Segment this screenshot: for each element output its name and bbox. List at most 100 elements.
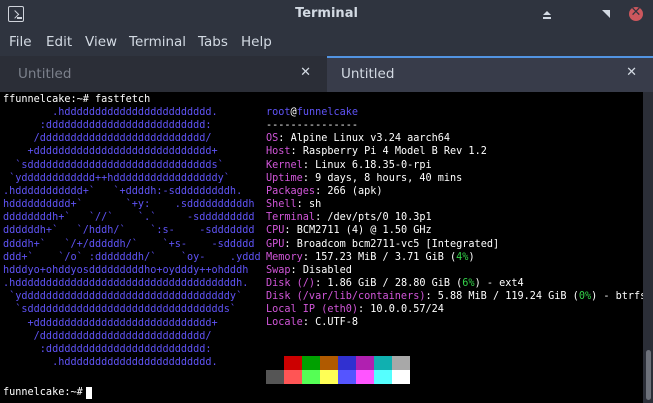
command-line: ffunnelcake:~# fastfetch xyxy=(3,94,151,105)
info-tail: ) - ext4 xyxy=(474,277,524,289)
palette-swatch xyxy=(284,356,302,370)
info-key: Locale xyxy=(266,317,303,329)
info-key: Uptime xyxy=(266,172,303,184)
palette-swatch xyxy=(356,356,374,370)
info-key: Disk (/) xyxy=(266,277,316,289)
logo-line: +ddddddddddddddddddddddddddddd+ xyxy=(3,317,218,329)
info-percent: 4% xyxy=(456,251,469,263)
logo-line: .hddddddddddd+` `+ddddh:-sdddddddddh. xyxy=(3,185,243,197)
maximize-icon[interactable] xyxy=(599,7,613,21)
minimize-icon[interactable] xyxy=(540,7,554,21)
color-palette xyxy=(266,356,410,384)
menu-file[interactable]: File xyxy=(9,34,32,50)
window-title: Terminal xyxy=(295,6,358,21)
menu-view[interactable]: View xyxy=(85,34,117,50)
logo-line: hdddddddddd+` `+y: .sddddddddddh xyxy=(3,199,255,211)
menu-edit[interactable]: Edit xyxy=(46,34,72,50)
palette-swatch xyxy=(374,356,392,370)
logo-line: .hdddddddddddddddddddddddd. xyxy=(3,356,218,368)
info-row: Locale: C.UTF-8 xyxy=(266,317,359,329)
info-tail: ) - btrfs xyxy=(591,291,647,303)
user-host-line: root@funnelcake xyxy=(266,106,358,119)
info-row: Shell: sh xyxy=(266,199,322,211)
info-key: OS xyxy=(266,133,279,145)
info-value: 9 days, 8 hours, 40 mins xyxy=(315,172,463,184)
logo-line: :dddddddddddddddddddddddddd: xyxy=(3,343,212,355)
text-cursor xyxy=(86,387,92,399)
tab-untitled-2[interactable]: Untitled ✕ xyxy=(327,56,653,92)
info-row: Disk (/): 1.86 GiB / 28.80 GiB (6%) - ex… xyxy=(266,277,524,289)
info-value: Alpine Linux v3.24 aarch64 xyxy=(290,133,451,145)
terminal-output[interactable]: ffunnelcake:~# fastfetch .hddddddddddddd… xyxy=(0,92,653,403)
tab-label: Untitled xyxy=(341,66,395,82)
logo-line: +ddddddddddddddddddddddddddddd+ xyxy=(3,146,218,158)
info-value: 1.86 GiB / 28.80 GiB ( xyxy=(327,277,463,289)
info-tail: ) xyxy=(468,251,475,263)
logo-line: hdddyo+ohddyosdddddddddho+oydddy++ohdddh xyxy=(3,264,249,276)
logo-line: :dddddddddddddddddddddddddd: xyxy=(3,120,212,132)
palette-swatch xyxy=(302,356,320,370)
menu-help[interactable]: Help xyxy=(241,34,272,50)
info-key: Host xyxy=(266,146,291,158)
palette-swatch xyxy=(392,356,410,370)
info-value: Broadcom bcm2711-vc5 [Integrated] xyxy=(296,238,500,250)
info-key: Packages xyxy=(266,185,316,197)
logo-line: /ddddddddddddddddddddddddddd/ xyxy=(3,133,212,145)
info-row: Disk (/var/lib/containers): 5.88 MiB / 1… xyxy=(266,291,647,303)
palette-swatch xyxy=(320,356,338,370)
info-separator: --------------- xyxy=(266,120,359,131)
info-value: /dev/pts/0 10.3p1 xyxy=(327,212,432,224)
info-row: Packages: 266 (apk) xyxy=(266,185,383,197)
palette-swatch xyxy=(266,370,284,384)
logo-line: `sdddddddddddddddddddddddddddddddds` xyxy=(3,304,237,316)
logo-line: .hddddddddddddddddddddddddddddddddddddh. xyxy=(3,278,249,290)
close-window-icon[interactable]: ✕ xyxy=(629,5,643,21)
info-row: Local IP (eth0): 10.0.0.57/24 xyxy=(266,304,444,316)
tab-close-icon[interactable]: ✕ xyxy=(300,65,311,80)
logo-line: /ddddddddddddddddddddddddddd/ xyxy=(3,330,212,342)
scrollbar[interactable] xyxy=(643,92,653,403)
menu-terminal[interactable]: Terminal xyxy=(129,34,186,50)
info-row: Kernel: Linux 6.18.35-0-rpi xyxy=(266,159,432,171)
logo-line: `ydddddddddddd++hdddddddddddddddddy` xyxy=(3,172,230,184)
prompt-line: funnelcake:~# xyxy=(3,386,83,399)
info-row: Host: Raspberry Pi 4 Model B Rev 1.2 xyxy=(266,146,487,158)
info-row: Memory: 157.23 MiB / 3.71 GiB (4%) xyxy=(266,251,475,263)
info-row: Uptime: 9 days, 8 hours, 40 mins xyxy=(266,172,463,184)
info-value: 266 (apk) xyxy=(327,185,383,197)
info-value: sh xyxy=(308,199,322,211)
alpine-ascii-logo: .hdddddddddddddddddddddddd. :ddddddddddd… xyxy=(3,106,261,369)
palette-swatch xyxy=(338,370,356,384)
palette-swatch xyxy=(284,370,302,384)
logo-line: ddddh+` `/+/dddddh/` `+s- -sddddd xyxy=(3,238,255,250)
palette-swatch xyxy=(320,370,338,384)
title-bar: Terminal ✕ xyxy=(0,0,653,30)
logo-line: ddddddddh+` `//` `.` -sddddddddd xyxy=(3,212,255,224)
prompt: funnelcake:~# xyxy=(3,387,83,398)
tab-bar: Untitled ✕ Untitled ✕ xyxy=(0,56,653,92)
info-value: 157.23 MiB / 3.71 GiB ( xyxy=(315,251,457,263)
tab-label: Untitled xyxy=(18,66,72,82)
scroll-thumb[interactable] xyxy=(646,350,651,400)
info-row: CPU: BCM2711 (4) @ 1.50 GHz xyxy=(266,225,432,237)
info-key: GPU xyxy=(266,238,285,250)
palette-swatch xyxy=(338,356,356,370)
info-user: root xyxy=(266,107,291,118)
info-row: GPU: Broadcom bcm2711-vc5 [Integrated] xyxy=(266,238,500,250)
logo-line: `sdddddddddddddddddddddddddddddds` xyxy=(3,159,224,171)
logo-line: `yddddddddddddddddddddddddddddddddddy` xyxy=(3,291,243,303)
info-host: funnelcake xyxy=(296,107,359,118)
palette-swatch xyxy=(374,370,392,384)
info-row: Swap: Disabled xyxy=(266,264,352,276)
tab-close-icon[interactable]: ✕ xyxy=(626,65,637,80)
info-key: Memory xyxy=(266,251,303,263)
info-key: Shell xyxy=(266,199,297,211)
menu-tabs[interactable]: Tabs xyxy=(198,34,228,50)
info-key: CPU xyxy=(266,225,285,237)
info-value: Raspberry Pi 4 Model B Rev 1.2 xyxy=(302,146,487,158)
info-value: 10.0.0.57/24 xyxy=(370,304,444,316)
info-value: C.UTF-8 xyxy=(315,317,359,329)
info-value: Linux 6.18.35-0-rpi xyxy=(315,159,432,171)
tab-untitled-1[interactable]: Untitled ✕ xyxy=(0,56,325,92)
logo-line: ddd+` `/o` :dddddddh/` `oy- .yddd xyxy=(3,251,261,263)
